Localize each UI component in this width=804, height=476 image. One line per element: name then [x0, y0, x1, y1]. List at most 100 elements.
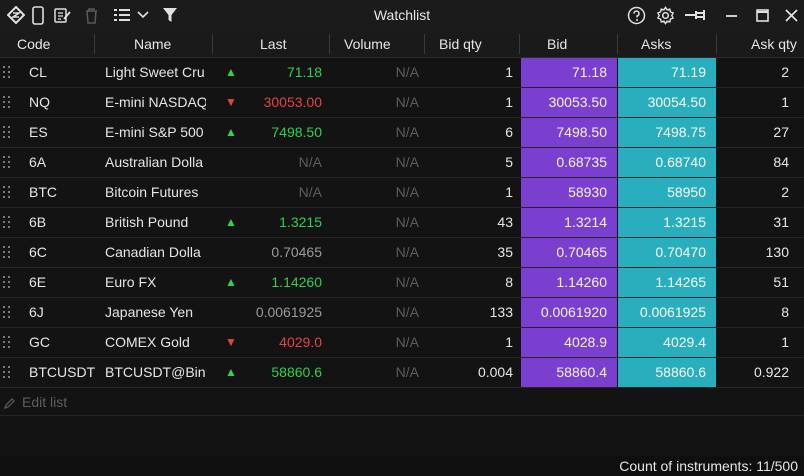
column-divider[interactable]	[716, 34, 717, 54]
cell-bid[interactable]: 0.70465	[521, 238, 617, 267]
cell-bid-qty: 1	[505, 64, 513, 80]
cell-bid-qty: 1	[505, 334, 513, 350]
drag-handle-icon[interactable]	[3, 216, 11, 229]
column-divider[interactable]	[424, 34, 425, 54]
drag-handle-icon[interactable]	[3, 336, 11, 349]
cell-ask[interactable]: 7498.75	[618, 118, 716, 147]
trend-up-icon: ▲	[225, 125, 237, 139]
close-icon[interactable]	[783, 5, 799, 25]
cell-bid[interactable]: 0.0061920	[521, 298, 617, 327]
cell-volume: N/A	[395, 64, 419, 80]
cell-bid[interactable]: 0.68735	[521, 148, 617, 177]
cell-ask[interactable]: 58950	[618, 178, 716, 207]
cell-last: 4029.0	[279, 334, 322, 350]
cell-name: Light Sweet Cru	[105, 64, 205, 80]
pencil-icon	[4, 396, 15, 412]
column-divider[interactable]	[617, 34, 618, 54]
table-row[interactable]: BTC Bitcoin Futures N/A N/A 1 58930 5895…	[0, 178, 804, 208]
cell-ask-qty: 2	[781, 64, 789, 80]
table-row[interactable]: 6E Euro FX ▲ 1.14260 N/A 8 1.14260 1.142…	[0, 268, 804, 298]
cell-ask[interactable]: 0.70470	[618, 238, 716, 267]
table-row[interactable]: 6J Japanese Yen 0.0061925 N/A 133 0.0061…	[0, 298, 804, 328]
cell-name: COMEX Gold	[105, 334, 190, 350]
drag-handle-icon[interactable]	[3, 96, 11, 109]
cell-bid[interactable]: 71.18	[521, 58, 617, 87]
cell-ask-qty: 51	[773, 274, 789, 290]
title-bar: Watchlist	[0, 0, 804, 30]
pin-icon[interactable]	[683, 5, 709, 25]
cell-name: Japanese Yen	[105, 304, 193, 320]
drag-handle-icon[interactable]	[3, 366, 11, 379]
cell-last: 7498.50	[271, 124, 322, 140]
drag-handle-icon[interactable]	[3, 306, 11, 319]
instrument-count: Count of instruments: 11/500	[619, 458, 798, 474]
column-header-bid-qty[interactable]: Bid qty	[439, 30, 482, 58]
cell-ask[interactable]: 1.14265	[618, 268, 716, 297]
column-divider[interactable]	[329, 34, 330, 54]
table-row[interactable]: 6A Australian Dolla N/A N/A 5 0.68735 0.…	[0, 148, 804, 178]
cell-ask-qty: 8	[781, 304, 789, 320]
cell-bid[interactable]: 4028.9	[521, 328, 617, 357]
help-icon[interactable]	[626, 5, 646, 25]
cell-bid[interactable]: 7498.50	[521, 118, 617, 147]
cell-volume: N/A	[395, 94, 419, 110]
cell-bid-qty: 1	[505, 94, 513, 110]
table-row[interactable]: CL Light Sweet Cru ▲ 71.18 N/A 1 71.18 7…	[0, 58, 804, 88]
table-row[interactable]: GC COMEX Gold ▼ 4029.0 N/A 1 4028.9 4029…	[0, 328, 804, 358]
column-header-name[interactable]: Name	[134, 30, 171, 58]
cell-last: 58860.6	[271, 364, 322, 380]
drag-handle-icon[interactable]	[3, 156, 11, 169]
drag-handle-icon[interactable]	[3, 66, 11, 79]
cell-bid[interactable]: 58860.4	[521, 358, 617, 387]
trend-none-icon	[222, 298, 240, 327]
column-header-asks[interactable]: Asks	[641, 30, 671, 58]
table-row[interactable]: ES E-mini S&P 500 ▲ 7498.50 N/A 6 7498.5…	[0, 118, 804, 148]
column-header-volume[interactable]: Volume	[344, 30, 391, 58]
drag-handle-icon[interactable]	[3, 246, 11, 259]
cell-bid[interactable]: 58930	[521, 178, 617, 207]
column-header-code[interactable]: Code	[17, 30, 50, 58]
cell-code: 6C	[29, 244, 47, 260]
cell-bid-qty: 133	[489, 304, 513, 320]
cell-name: Australian Dolla	[105, 154, 204, 170]
table-row[interactable]: BTCUSDT BTCUSDT@Bina ▲ 58860.6 N/A 0.004…	[0, 358, 804, 388]
table-row[interactable]: NQ E-mini NASDAQ ▼ 30053.00 N/A 1 30053.…	[0, 88, 804, 118]
gear-icon[interactable]	[655, 5, 675, 25]
cell-ask[interactable]: 0.68740	[618, 148, 716, 177]
cell-volume: N/A	[395, 124, 419, 140]
cell-ask[interactable]: 4029.4	[618, 328, 716, 357]
trend-up-icon: ▲	[225, 275, 237, 289]
edit-list-row[interactable]: Edit list	[0, 388, 804, 416]
cell-volume: N/A	[395, 274, 419, 290]
cell-bid-qty: 5	[505, 154, 513, 170]
drag-handle-icon[interactable]	[3, 126, 11, 139]
cell-ask[interactable]: 30054.50	[618, 88, 716, 117]
cell-volume: N/A	[395, 304, 419, 320]
table-row[interactable]: 6B British Pound ▲ 1.3215 N/A 43 1.3214 …	[0, 208, 804, 238]
cell-bid[interactable]: 1.3214	[521, 208, 617, 237]
drag-handle-icon[interactable]	[3, 186, 11, 199]
column-divider[interactable]	[519, 34, 520, 54]
cell-bid[interactable]: 30053.50	[521, 88, 617, 117]
cell-ask-qty: 27	[773, 124, 789, 140]
minimize-icon[interactable]	[723, 5, 739, 25]
column-divider[interactable]	[94, 34, 95, 54]
drag-handle-icon[interactable]	[3, 276, 11, 289]
cell-bid[interactable]: 1.14260	[521, 268, 617, 297]
edit-list-button[interactable]: Edit list	[22, 394, 67, 410]
cell-ask-qty: 31	[773, 214, 789, 230]
column-header-bid[interactable]: Bid	[547, 30, 567, 58]
column-header-ask-qty[interactable]: Ask qty	[751, 30, 797, 58]
cell-code: GC	[29, 334, 50, 350]
column-divider[interactable]	[212, 34, 213, 54]
cell-ask[interactable]: 71.19	[618, 58, 716, 87]
cell-ask[interactable]: 1.3215	[618, 208, 716, 237]
maximize-icon[interactable]	[754, 5, 770, 25]
table-row[interactable]: 6C Canadian Dolla 0.70465 N/A 35 0.70465…	[0, 238, 804, 268]
trend-none-icon	[222, 238, 240, 267]
cell-ask[interactable]: 58860.6	[618, 358, 716, 387]
column-header-last[interactable]: Last	[260, 30, 286, 58]
cell-volume: N/A	[395, 334, 419, 350]
cell-name: BTCUSDT@Bina	[105, 364, 206, 380]
cell-ask[interactable]: 0.0061925	[618, 298, 716, 327]
